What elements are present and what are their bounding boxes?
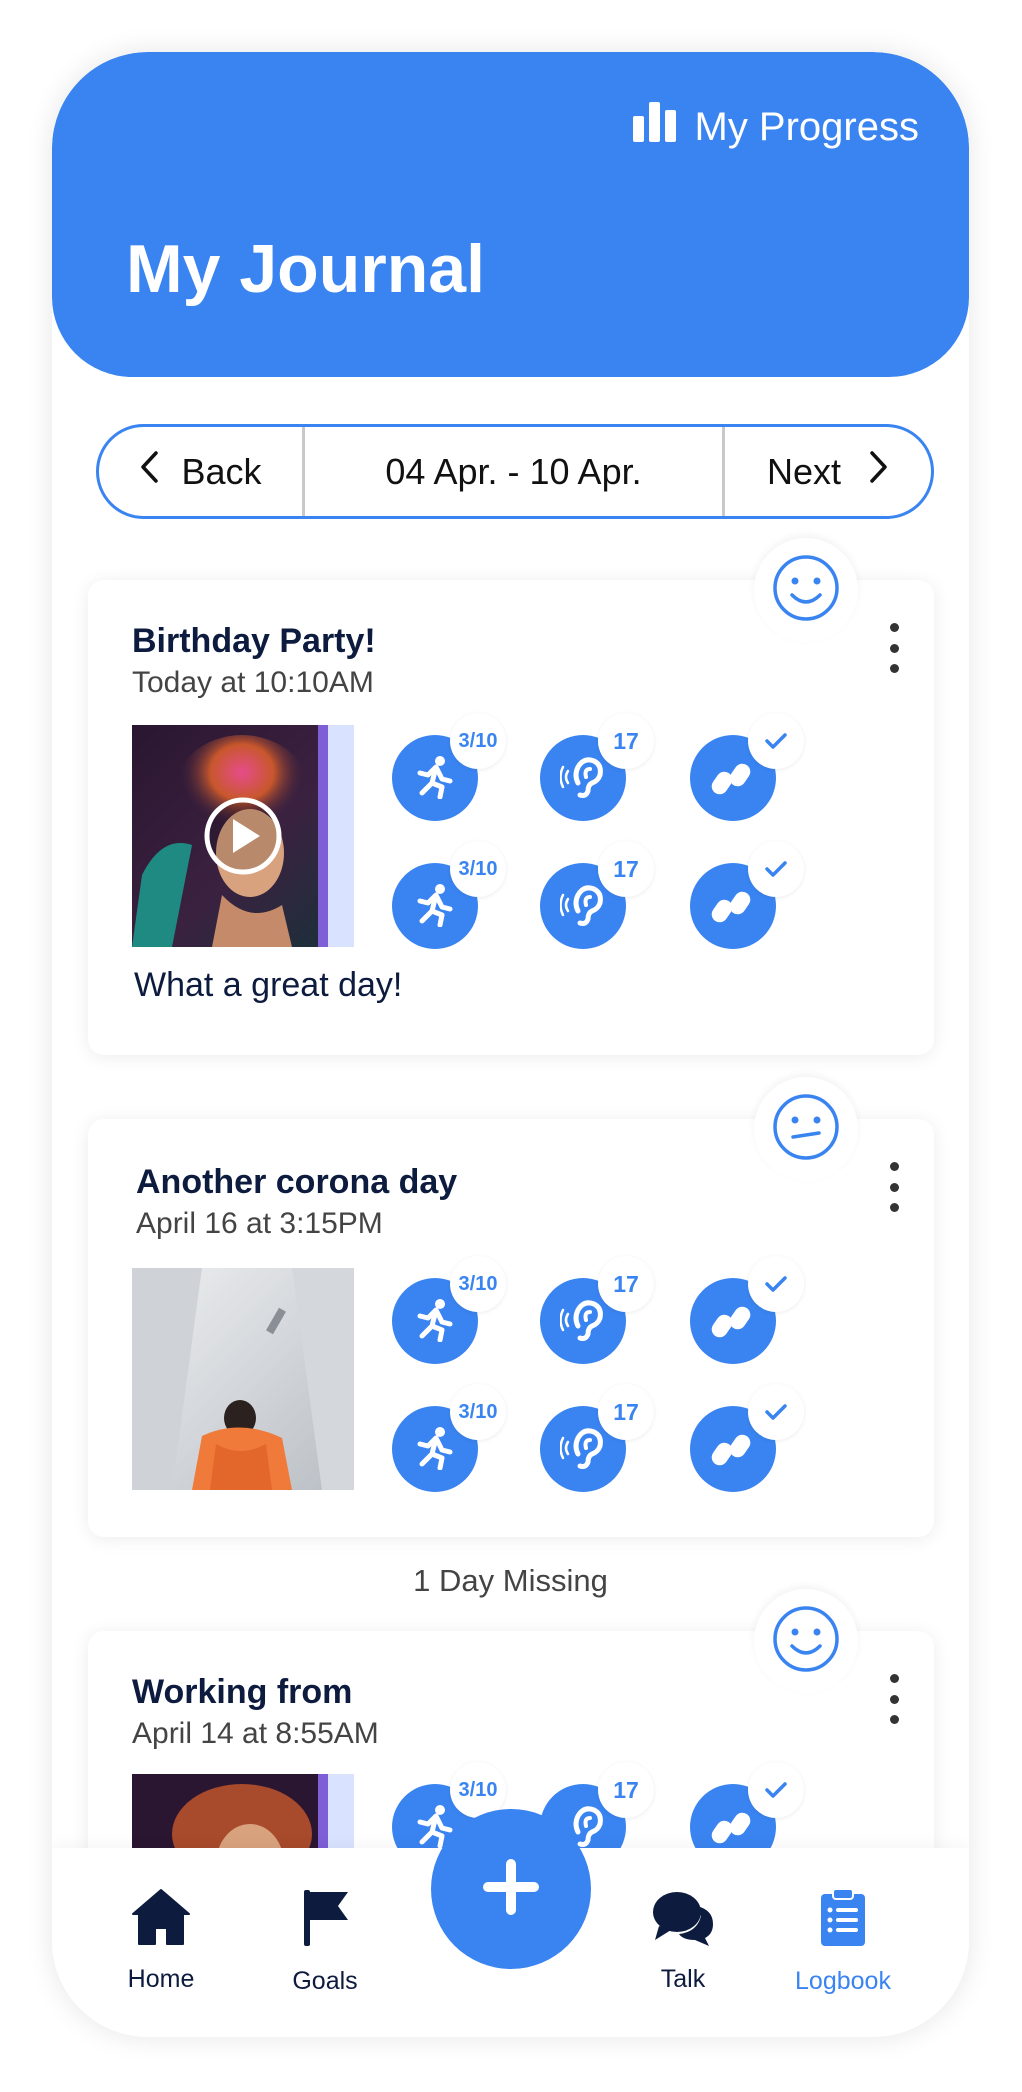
chevron-left-icon xyxy=(139,450,159,493)
entry-stats-grid: 3/10 17 3/10 17 xyxy=(392,713,812,955)
journal-entry-card[interactable]: Birthday Party! Today at 10:10AM 3/10 17… xyxy=(88,538,934,1055)
steps-check-badge xyxy=(748,713,804,769)
mood-indicator xyxy=(754,1077,858,1181)
more-vertical-icon[interactable] xyxy=(882,1162,906,1212)
ear-icon xyxy=(559,1296,606,1347)
clipboard-icon xyxy=(819,1888,867,1955)
next-label: Next xyxy=(766,450,842,492)
next-button[interactable]: Next xyxy=(725,427,931,516)
hearing-stat: 17 xyxy=(540,713,654,821)
tab-home[interactable]: Home xyxy=(81,1888,241,1994)
running-icon xyxy=(412,753,458,804)
chevron-right-icon xyxy=(869,450,889,493)
hearing-stat: 17 xyxy=(540,841,654,949)
missing-days-label: 1 Day Missing xyxy=(413,1563,608,1598)
entry-video-thumbnail[interactable] xyxy=(132,725,354,947)
add-entry-button[interactable] xyxy=(431,1809,591,1969)
hearing-stat: 17 xyxy=(540,1256,654,1364)
hearing-stat: 17 xyxy=(540,1384,654,1492)
activity-stat: 3/10 xyxy=(392,841,506,949)
bar-chart-icon xyxy=(632,102,677,152)
steps-stat xyxy=(690,1384,804,1492)
footprints-icon xyxy=(710,881,756,932)
back-button[interactable]: Back xyxy=(99,427,305,516)
entry-date: April 16 at 3:15PM xyxy=(136,1207,383,1240)
journal-entry-card[interactable]: Another corona day April 16 at 3:15PM 3/… xyxy=(88,1077,934,1537)
ear-icon xyxy=(559,881,606,932)
phone-screen: My Progress My Journal Back 04 Apr. - 10… xyxy=(52,52,969,2037)
more-vertical-icon[interactable] xyxy=(882,623,906,673)
back-label: Back xyxy=(181,450,262,492)
flag-icon xyxy=(300,1888,350,1955)
home-icon xyxy=(131,1888,191,1953)
footprints-icon xyxy=(710,1296,756,1347)
entry-stats-grid: 3/10 17 3/10 17 xyxy=(392,1256,812,1498)
steps-check-badge xyxy=(748,1762,804,1818)
steps-check-badge xyxy=(748,1384,804,1440)
activity-stat: 3/10 xyxy=(392,713,506,821)
page-title: My Journal xyxy=(126,231,485,307)
tab-talk-label: Talk xyxy=(660,1965,706,1993)
chat-icon xyxy=(651,1888,715,1953)
tab-home-label: Home xyxy=(127,1965,195,1993)
mood-indicator xyxy=(754,538,858,642)
mood-indicator xyxy=(754,1589,858,1693)
steps-check-badge xyxy=(748,1256,804,1312)
footprints-icon xyxy=(710,753,756,804)
entry-title: Birthday Party! xyxy=(132,622,376,660)
activity-badge: 3/10 xyxy=(450,1384,506,1440)
my-progress-link[interactable]: My Progress xyxy=(632,102,920,152)
running-icon xyxy=(412,1424,458,1475)
activity-stat: 3/10 xyxy=(392,1384,506,1492)
neutral-face-icon xyxy=(771,1092,841,1167)
entry-title: Working from xyxy=(132,1673,353,1711)
ear-icon xyxy=(559,1424,606,1475)
smiley-icon xyxy=(771,553,841,628)
steps-stat xyxy=(690,1256,804,1364)
week-range: 04 Apr. - 10 Apr. xyxy=(305,427,725,516)
ear-icon xyxy=(559,753,606,804)
entry-photo-thumbnail[interactable] xyxy=(132,1268,354,1490)
hearing-badge: 17 xyxy=(598,1384,654,1440)
tab-goals[interactable]: Goals xyxy=(245,1888,405,1996)
activity-badge: 3/10 xyxy=(450,713,506,769)
tab-talk[interactable]: Talk xyxy=(603,1888,763,1994)
entry-note: What a great day! xyxy=(134,966,403,1004)
entry-date: April 14 at 8:55AM xyxy=(132,1717,379,1750)
my-progress-label: My Progress xyxy=(694,104,920,149)
hearing-badge: 17 xyxy=(598,713,654,769)
week-navigator: Back 04 Apr. - 10 Apr. Next xyxy=(96,424,934,519)
tab-logbook[interactable]: Logbook xyxy=(763,1888,923,1996)
more-vertical-icon[interactable] xyxy=(882,1674,906,1724)
steps-check-badge xyxy=(748,841,804,897)
footprints-icon xyxy=(710,1802,756,1853)
tab-logbook-label: Logbook xyxy=(795,1967,891,1995)
tab-goals-label: Goals xyxy=(292,1967,358,1995)
plus-icon xyxy=(481,1857,541,1922)
running-icon xyxy=(412,1296,458,1347)
hearing-badge: 17 xyxy=(598,1762,654,1818)
footprints-icon xyxy=(710,1424,756,1475)
entry-title: Another corona day xyxy=(136,1163,458,1201)
steps-stat xyxy=(690,841,804,949)
header: My Progress My Journal xyxy=(52,52,969,377)
activity-badge: 3/10 xyxy=(450,841,506,897)
entry-date: Today at 10:10AM xyxy=(132,666,374,699)
smiley-icon xyxy=(771,1604,841,1679)
activity-badge: 3/10 xyxy=(450,1256,506,1312)
running-icon xyxy=(412,881,458,932)
hearing-badge: 17 xyxy=(598,1256,654,1312)
hearing-badge: 17 xyxy=(598,841,654,897)
steps-stat xyxy=(690,713,804,821)
play-icon[interactable] xyxy=(207,800,279,872)
activity-stat: 3/10 xyxy=(392,1256,506,1364)
